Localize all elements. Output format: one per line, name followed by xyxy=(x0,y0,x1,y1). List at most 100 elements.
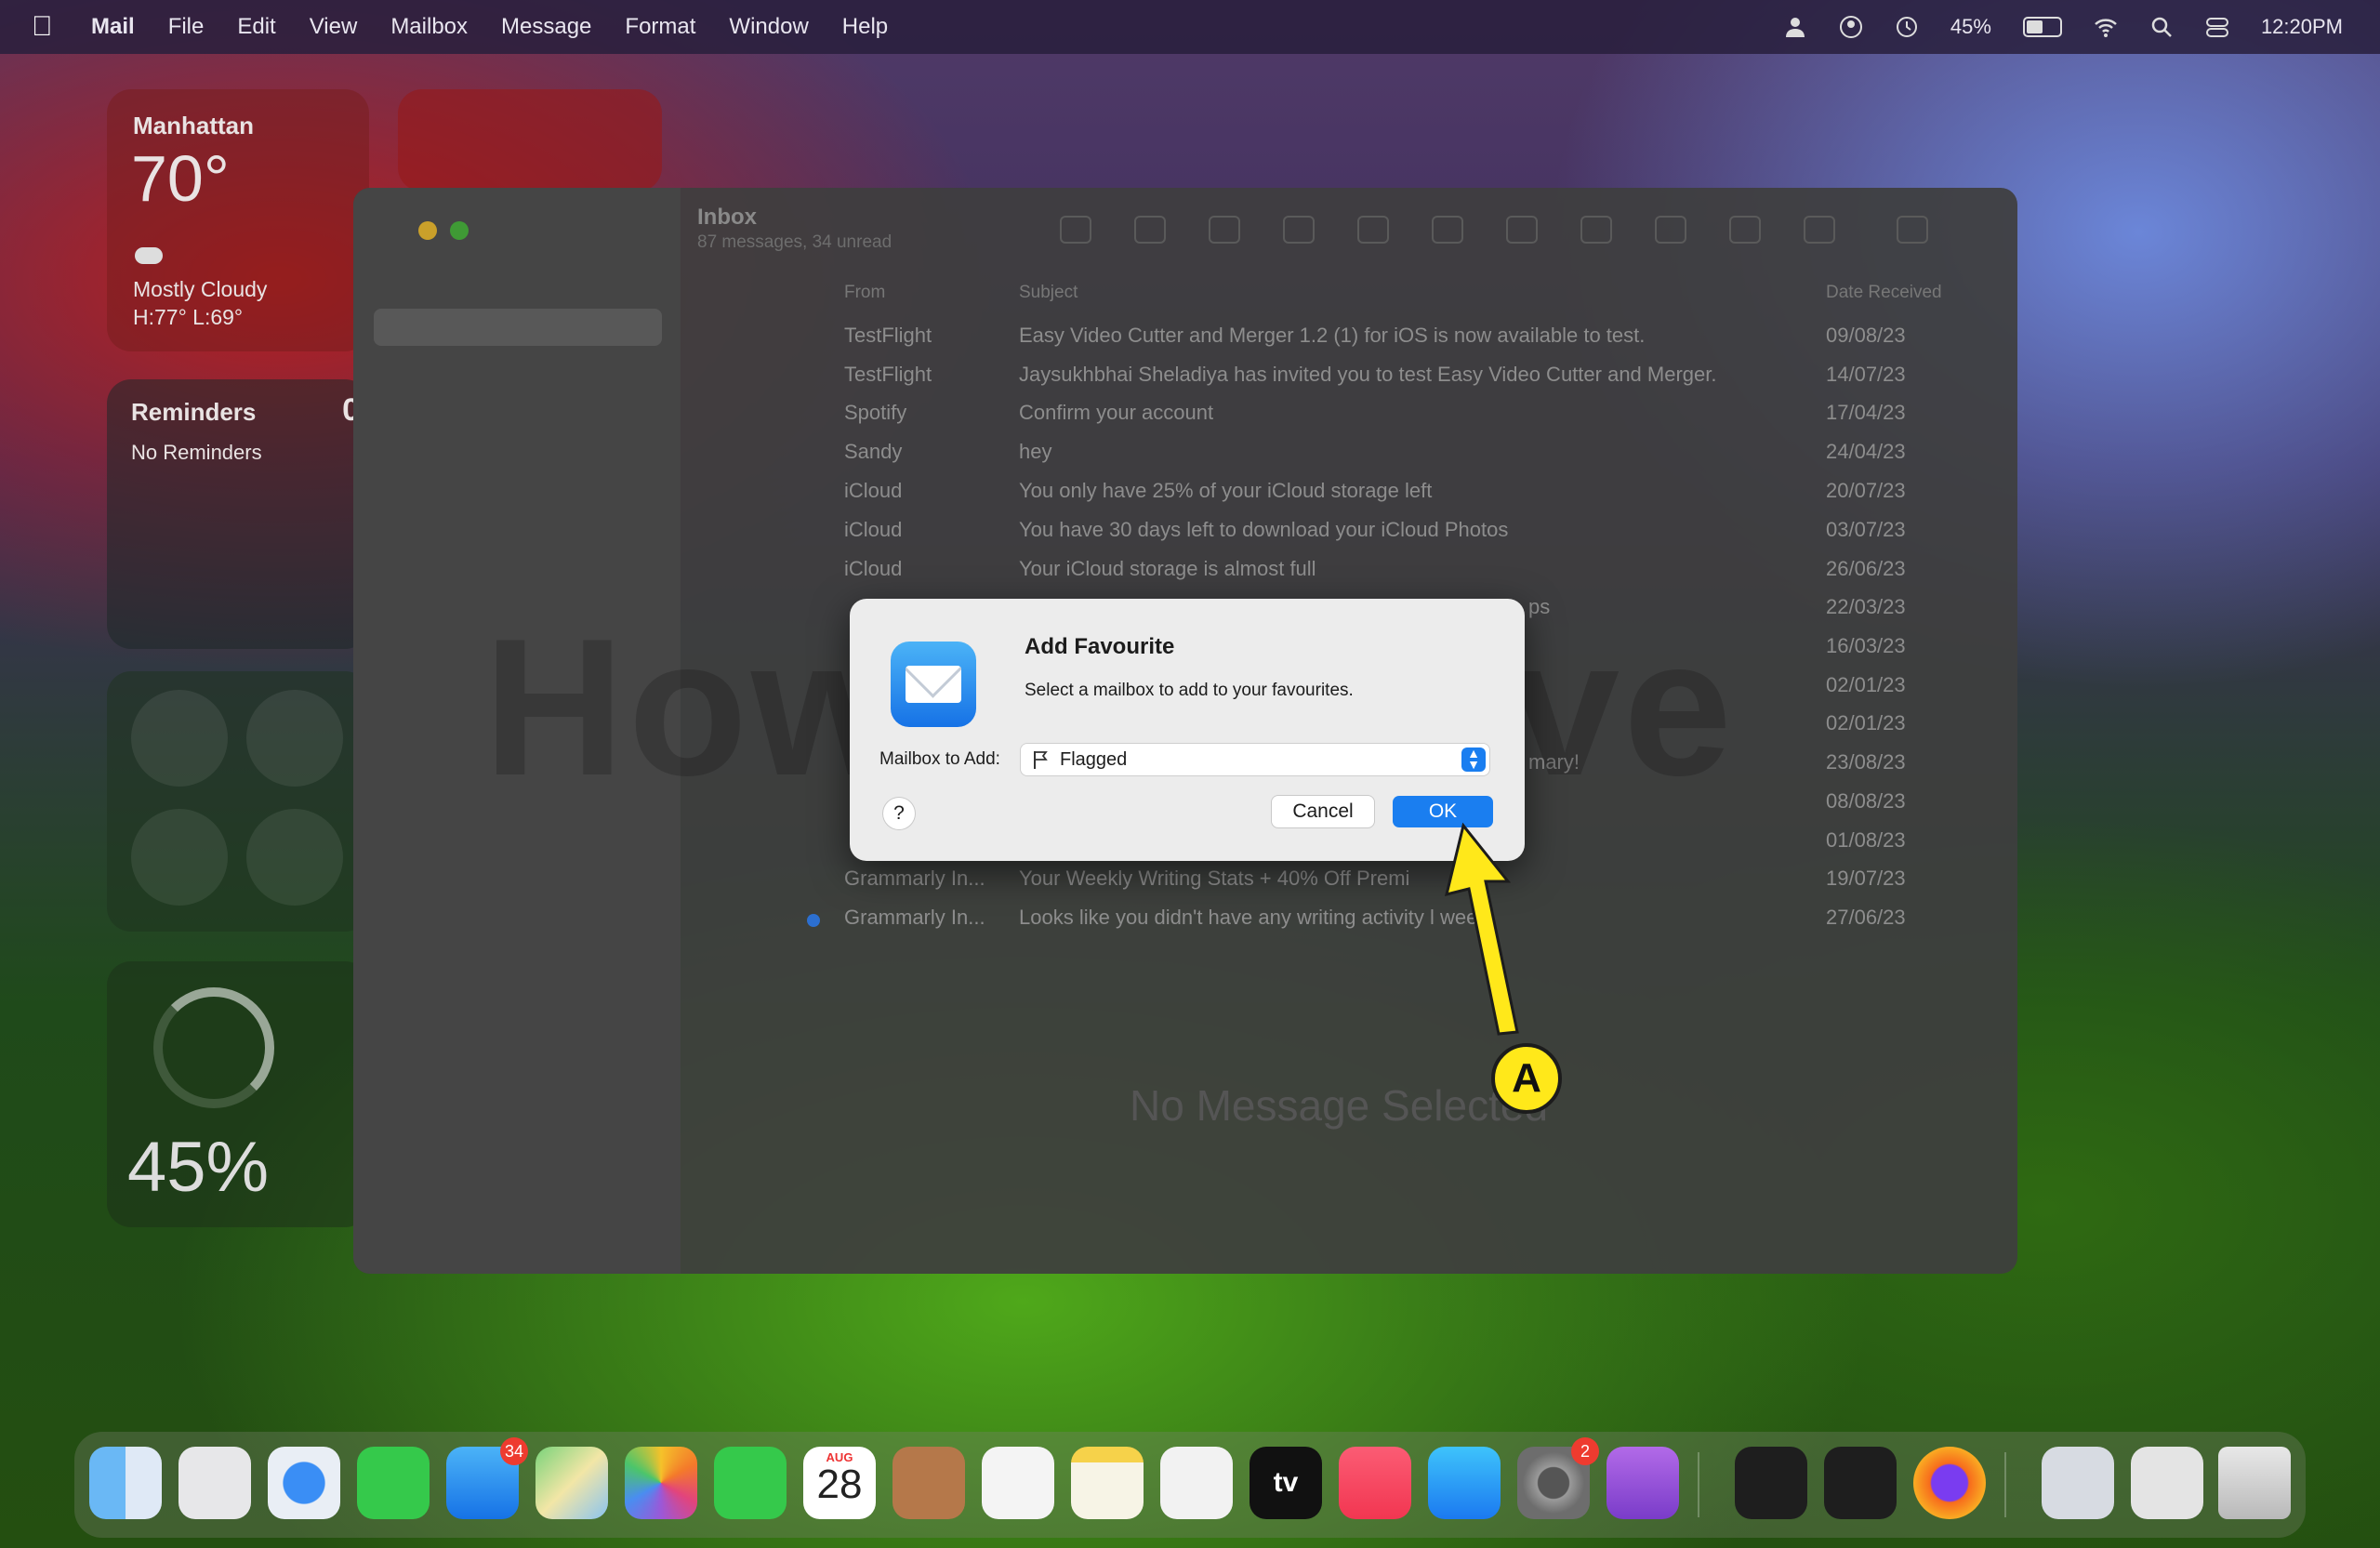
window-minimize-button[interactable] xyxy=(418,221,437,240)
menu-format[interactable]: Format xyxy=(625,14,695,40)
column-header-subject[interactable]: Subject xyxy=(1019,283,1078,303)
toolbar-icon[interactable] xyxy=(1134,216,1166,244)
menu-message[interactable]: Message xyxy=(501,14,591,40)
menu-edit[interactable]: Edit xyxy=(237,14,275,40)
wifi-icon[interactable] xyxy=(2094,15,2118,39)
launchpad-icon[interactable] xyxy=(178,1447,251,1519)
menu-clock[interactable]: 12:20PM xyxy=(2261,15,2343,39)
chevron-up-down-icon[interactable]: ▲ ▼ xyxy=(1461,747,1486,772)
table-row[interactable]: Grammarly In... Your Weekly Writing Stats… xyxy=(353,867,2017,904)
reminders-icon[interactable] xyxy=(982,1447,1054,1519)
row-date: 01/08/23 xyxy=(1826,828,1906,852)
firefox-icon[interactable] xyxy=(1913,1447,1986,1519)
battery-icon[interactable] xyxy=(2022,17,2062,37)
cloud-icon xyxy=(135,247,163,264)
menu-help[interactable]: Help xyxy=(842,14,888,40)
menu-view[interactable]: View xyxy=(310,14,358,40)
table-row[interactable]: TestFlight Jaysukhbhai Sheladiya has invi… xyxy=(353,363,2017,400)
feedback-assistant-icon[interactable] xyxy=(1606,1447,1679,1519)
toolbar-icon[interactable] xyxy=(1729,216,1761,244)
finder-icon[interactable] xyxy=(89,1447,162,1519)
app-store-icon[interactable] xyxy=(1428,1447,1501,1519)
time-machine-icon[interactable] xyxy=(1895,15,1919,39)
row-date: 23/08/23 xyxy=(1826,750,1906,774)
terminal-icon[interactable] xyxy=(1824,1447,1897,1519)
documents-stack-icon[interactable] xyxy=(2131,1447,2203,1519)
weather-high-low: H:77° L:69° xyxy=(133,305,244,329)
menu-mail[interactable]: Mail xyxy=(91,14,135,40)
trash-icon[interactable] xyxy=(2218,1447,2291,1519)
menu-bar:  Mail File Edit View Mailbox Message Fo… xyxy=(0,0,2380,54)
row-date: 02/01/23 xyxy=(1826,711,1906,734)
toolbar-icon[interactable] xyxy=(1897,216,1928,244)
account-icon[interactable] xyxy=(1839,15,1863,39)
toolbar-icon[interactable] xyxy=(1060,216,1091,244)
control-center-icon[interactable] xyxy=(2205,15,2229,39)
window-zoom-button[interactable] xyxy=(450,221,469,240)
notes-icon[interactable] xyxy=(1071,1447,1144,1519)
music-icon[interactable] xyxy=(1339,1447,1411,1519)
help-button[interactable]: ? xyxy=(883,798,915,829)
column-header-from[interactable]: From xyxy=(844,283,885,303)
world-clock-widget[interactable] xyxy=(107,671,369,932)
activity-monitor-icon[interactable] xyxy=(1735,1447,1807,1519)
table-row[interactable]: Grammarly In... Looks like you didn't hav… xyxy=(353,906,2017,943)
cancel-button[interactable]: Cancel xyxy=(1272,796,1374,827)
toolbar-icon[interactable] xyxy=(1432,216,1463,244)
row-subject: Your iCloud storage is almost full xyxy=(1019,557,1316,580)
user-icon[interactable] xyxy=(1783,15,1807,39)
toolbar-icon[interactable] xyxy=(1506,216,1538,244)
messages-icon[interactable] xyxy=(357,1447,430,1519)
toolbar-icon[interactable] xyxy=(1655,216,1686,244)
toolbar-icon[interactable] xyxy=(1209,216,1240,244)
row-subject: Jaysukhbhai Sheladiya has invited you to… xyxy=(1019,363,1717,386)
mailbox-title: Inbox xyxy=(697,205,757,230)
table-row[interactable]: TestFlight Easy Video Cutter and Merger 1… xyxy=(353,324,2017,361)
calendar-icon[interactable]: AUG 28 xyxy=(803,1447,876,1519)
safari-icon[interactable] xyxy=(268,1447,340,1519)
widget-placeholder[interactable] xyxy=(398,89,662,192)
row-date: 08/08/23 xyxy=(1826,789,1906,813)
row-from: Spotify xyxy=(844,401,907,424)
freeform-icon[interactable] xyxy=(1160,1447,1233,1519)
downloads-stack-icon[interactable] xyxy=(2042,1447,2114,1519)
apple-tv-icon[interactable]: tv xyxy=(1250,1447,1322,1519)
table-row[interactable]: iCloud You have 30 days left to download … xyxy=(353,518,2017,555)
row-from: Grammarly In... xyxy=(844,867,985,890)
table-row[interactable]: iCloud You only have 25% of your iCloud s… xyxy=(353,479,2017,516)
contacts-icon[interactable] xyxy=(892,1447,965,1519)
row-date: 22/03/23 xyxy=(1826,595,1906,618)
facetime-icon[interactable] xyxy=(714,1447,787,1519)
menu-mailbox[interactable]: Mailbox xyxy=(390,14,468,40)
system-settings-icon[interactable]: 2 xyxy=(1517,1437,1599,1519)
table-row[interactable]: iCloud Your iCloud storage is almost full… xyxy=(353,557,2017,594)
apple-menu-icon[interactable]:  xyxy=(32,13,56,41)
battery-widget[interactable]: 45% xyxy=(107,961,369,1227)
dialog-message: Select a mailbox to add to your favourit… xyxy=(1025,681,1354,700)
flag-icon xyxy=(1034,751,1048,769)
menu-window[interactable]: Window xyxy=(729,14,808,40)
toolbar-icon[interactable] xyxy=(1580,216,1612,244)
weather-widget[interactable]: Manhattan 70° Mostly Cloudy H:77° L:69° xyxy=(107,89,369,351)
row-date: 14/07/23 xyxy=(1826,363,1906,386)
row-from: Sandy xyxy=(844,440,903,463)
toolbar-icon[interactable] xyxy=(1804,216,1835,244)
menu-file[interactable]: File xyxy=(168,14,205,40)
ok-button[interactable]: OK xyxy=(1393,796,1493,827)
toolbar-icon[interactable] xyxy=(1357,216,1389,244)
spotlight-search-icon[interactable] xyxy=(2149,15,2174,39)
maps-icon[interactable] xyxy=(536,1447,608,1519)
column-header-date[interactable]: Date Received xyxy=(1826,283,1942,303)
photos-icon[interactable] xyxy=(625,1447,697,1519)
row-date: 02/01/23 xyxy=(1826,673,1906,696)
table-row[interactable]: Spotify Confirm your account 17/04/23 xyxy=(353,401,2017,438)
table-row[interactable]: Sandy hey 24/04/23 xyxy=(353,440,2017,477)
mail-dock-icon[interactable]: 34 xyxy=(446,1437,528,1519)
reminders-widget[interactable]: Reminders 0 No Reminders xyxy=(107,379,369,649)
toolbar-icon[interactable] xyxy=(1283,216,1315,244)
mailbox-popup-button[interactable]: Flagged ▲ ▼ xyxy=(1021,744,1489,775)
tv-label: tv xyxy=(1273,1467,1299,1498)
annotation-badge: A xyxy=(1491,1043,1562,1114)
dock-separator xyxy=(2004,1452,2006,1517)
weather-temp: 70° xyxy=(131,142,230,215)
